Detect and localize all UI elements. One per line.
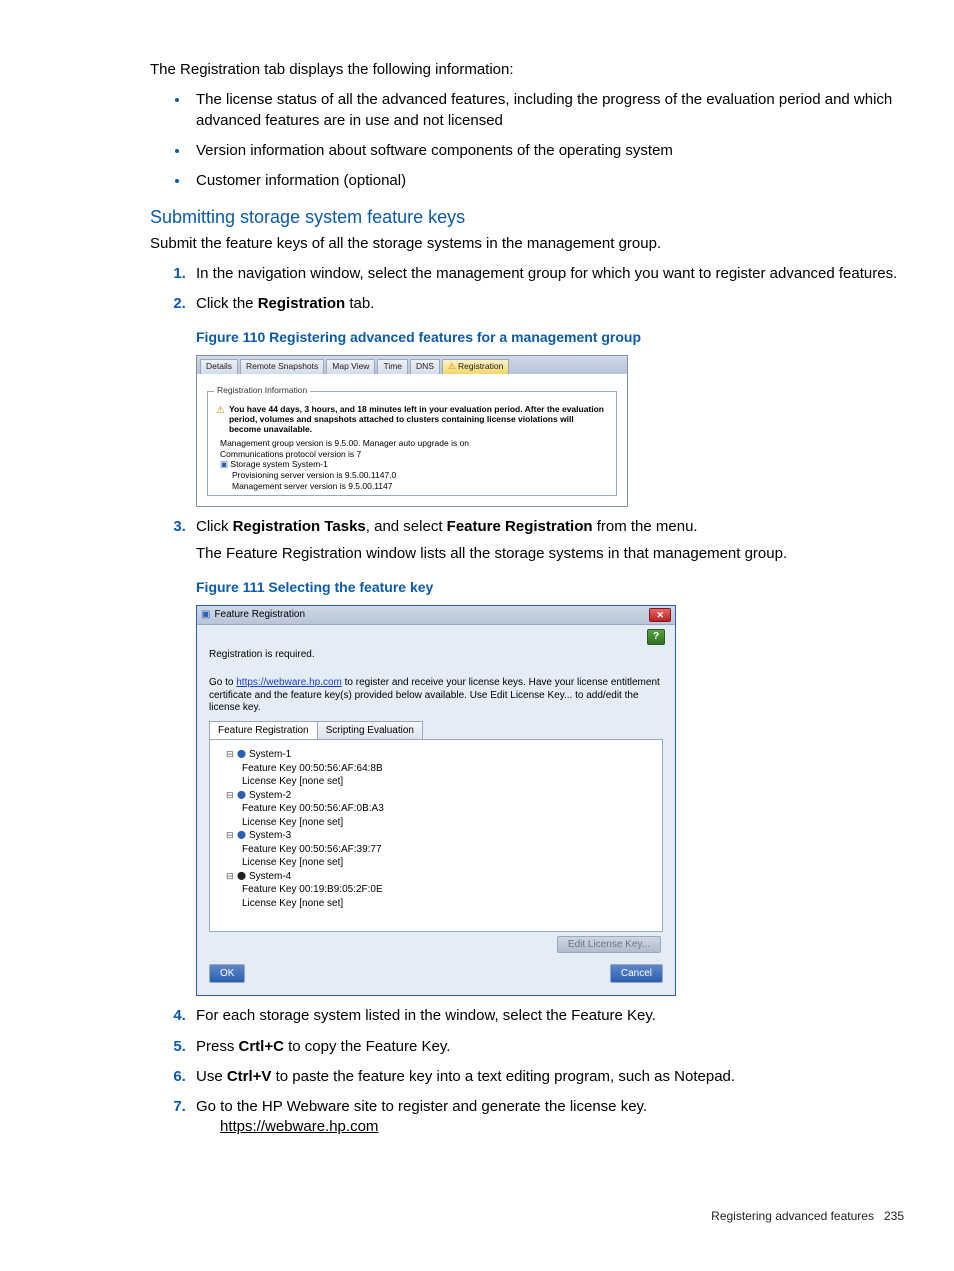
- system-name: System-2: [249, 790, 291, 801]
- license-key-line[interactable]: License Key [none set]: [242, 897, 656, 911]
- figure-111-caption: Figure 111 Selecting the feature key: [196, 578, 904, 597]
- help-button[interactable]: ?: [647, 629, 665, 645]
- ctrl-c-bold: Crtl+C: [239, 1038, 284, 1055]
- info-tree: Management group version is 9.5.00. Mana…: [220, 438, 610, 491]
- ctrl-v-bold: Ctrl+V: [227, 1068, 272, 1085]
- system-name: System-1: [249, 749, 291, 760]
- system-node[interactable]: System-2: [226, 789, 656, 803]
- disk-icon: [236, 830, 249, 841]
- system-node[interactable]: System-1: [226, 748, 656, 762]
- step-4: For each storage system listed in the wi…: [190, 1006, 904, 1026]
- registration-tasks-bold: Registration Tasks: [233, 518, 366, 535]
- disk-icon: [236, 749, 249, 760]
- step-2-pre: Click the: [196, 295, 258, 312]
- instructions-pre: Go to: [209, 677, 236, 688]
- license-key-line[interactable]: License Key [none set]: [242, 856, 656, 870]
- step-3-post: from the menu.: [593, 518, 698, 535]
- license-key-line[interactable]: License Key [none set]: [242, 775, 656, 789]
- disk-icon: [236, 790, 249, 801]
- tab-map-view[interactable]: Map View: [326, 359, 375, 373]
- feature-registration-dialog: Feature Registration ✕ ? Registration is…: [196, 605, 676, 997]
- system-node[interactable]: System-3: [226, 829, 656, 843]
- tree-line: Communications protocol version is 7: [220, 449, 610, 460]
- tab-scripting-evaluation[interactable]: Scripting Evaluation: [318, 721, 423, 740]
- step-6-pre: Use: [196, 1068, 227, 1085]
- footer-label: Registering advanced features: [711, 1209, 874, 1223]
- cancel-button[interactable]: Cancel: [610, 964, 663, 984]
- feature-key-line[interactable]: Feature Key 00:19:B9:05:2F:0E: [242, 883, 656, 897]
- tab-bar: Details Remote Snapshots Map View Time D…: [197, 356, 627, 374]
- section-intro: Submit the feature keys of all the stora…: [150, 234, 904, 254]
- feature-key-line[interactable]: Feature Key 00:50:56:AF:0B:A3: [242, 802, 656, 816]
- step-7-text: Go to the HP Webware site to register an…: [196, 1098, 647, 1115]
- disk-icon: [236, 871, 249, 882]
- step-5-post: to copy the Feature Key.: [284, 1038, 450, 1055]
- system-name: System-4: [249, 871, 291, 882]
- group-label: Registration Information: [214, 385, 310, 396]
- expander-icon[interactable]: [226, 749, 236, 760]
- tree-line: Provisioning server version is 9.5.00.11…: [232, 470, 610, 481]
- feature-key-line[interactable]: Feature Key 00:50:56:AF:64:8B: [242, 762, 656, 776]
- tab-feature-registration[interactable]: Feature Registration: [209, 721, 318, 740]
- figure-110: Details Remote Snapshots Map View Time D…: [196, 355, 628, 507]
- step-5: Press Crtl+C to copy the Feature Key.: [190, 1037, 904, 1057]
- registration-info-group: Registration Information You have 44 day…: [207, 391, 617, 497]
- dialog-title: Feature Registration: [214, 608, 305, 622]
- step-3: Click Registration Tasks, and select Fea…: [190, 517, 904, 996]
- feature-registration-bold: Feature Registration: [447, 518, 593, 535]
- warning-row: You have 44 days, 3 hours, and 18 minute…: [216, 404, 608, 435]
- registration-instructions: Go to https://webware.hp.com to register…: [209, 677, 663, 715]
- warning-text: You have 44 days, 3 hours, and 18 minute…: [229, 404, 608, 435]
- webware-link[interactable]: https://webware.hp.com: [236, 677, 342, 688]
- bullet-item: The license status of all the advanced f…: [190, 90, 904, 131]
- edit-license-key-button[interactable]: Edit License Key...: [557, 936, 661, 953]
- system-tree: System-1 Feature Key 00:50:56:AF:64:8B L…: [209, 739, 663, 932]
- bullet-item: Version information about software compo…: [190, 141, 904, 161]
- bullet-item: Customer information (optional): [190, 171, 904, 191]
- dialog-titlebar: Feature Registration ✕: [197, 606, 675, 625]
- feature-key-line[interactable]: Feature Key 00:50:56:AF:39:77: [242, 843, 656, 857]
- step-6: Use Ctrl+V to paste the feature key into…: [190, 1067, 904, 1087]
- intro-text: The Registration tab displays the follow…: [150, 60, 904, 80]
- step-6-post: to paste the feature key into a text edi…: [271, 1068, 735, 1085]
- step-2: Click the Registration tab. Figure 110 R…: [190, 294, 904, 507]
- figure-110-caption: Figure 110 Registering advanced features…: [196, 328, 904, 347]
- ok-button[interactable]: OK: [209, 964, 245, 984]
- tab-registration[interactable]: Registration: [442, 359, 509, 373]
- system-name: System-3: [249, 830, 291, 841]
- tab-dns[interactable]: DNS: [410, 359, 440, 373]
- tab-details[interactable]: Details: [200, 359, 238, 373]
- tab-remote-snapshots[interactable]: Remote Snapshots: [240, 359, 324, 373]
- page-number: 235: [884, 1209, 904, 1223]
- registration-info-bullets: The license status of all the advanced f…: [150, 90, 904, 191]
- expander-icon[interactable]: [226, 830, 236, 841]
- storage-system-node[interactable]: Storage system System-1: [220, 459, 610, 470]
- tab-time[interactable]: Time: [377, 359, 408, 373]
- expander-icon[interactable]: [226, 871, 236, 882]
- tree-line: Management server version is 9.5.00.1147: [232, 481, 610, 492]
- section-heading: Submitting storage system feature keys: [150, 205, 904, 229]
- tree-line: Management group version is 9.5.00. Mana…: [220, 438, 610, 449]
- close-button[interactable]: ✕: [649, 608, 671, 622]
- registration-bold: Registration: [258, 295, 346, 312]
- step-2-post: tab.: [345, 295, 374, 312]
- step-3-mid: , and select: [366, 518, 447, 535]
- system-node[interactable]: System-4: [226, 870, 656, 884]
- page-footer: Registering advanced features 235: [150, 1208, 904, 1224]
- webware-url-link[interactable]: https://webware.hp.com: [220, 1118, 378, 1135]
- step-7: Go to the HP Webware site to register an…: [190, 1097, 904, 1138]
- step-3-line2: The Feature Registration window lists al…: [196, 544, 904, 564]
- warning-icon: [216, 404, 225, 435]
- app-icon: [201, 608, 210, 622]
- steps-list-a: In the navigation window, select the man…: [150, 264, 904, 1138]
- step-5-pre: Press: [196, 1038, 239, 1055]
- expander-icon[interactable]: [226, 790, 236, 801]
- step-1: In the navigation window, select the man…: [190, 264, 904, 284]
- registration-required-text: Registration is required.: [209, 649, 663, 662]
- dialog-tabs: Feature Registration Scripting Evaluatio…: [209, 721, 663, 740]
- step-3-pre: Click: [196, 518, 233, 535]
- license-key-line[interactable]: License Key [none set]: [242, 816, 656, 830]
